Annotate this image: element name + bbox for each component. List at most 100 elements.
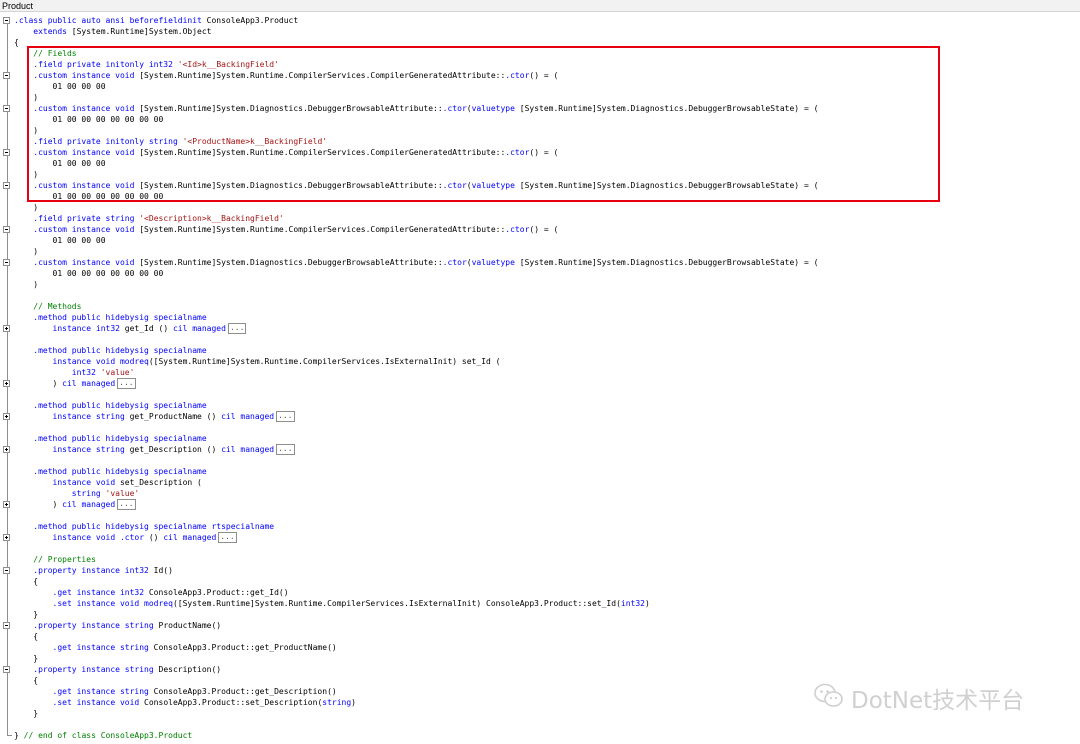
code-token: )	[14, 203, 39, 212]
code-token: .custom instance void	[14, 104, 135, 113]
code-token: 01 00 00 00	[14, 236, 106, 245]
code-token: [System.Runtime]System.Diagnostics.Debug…	[134, 181, 443, 190]
code-line: 01 00 00 00 00 00 00 00	[14, 191, 164, 202]
code-token: '<ProductName>k__BackingField'	[182, 137, 328, 146]
code-line: ) cil managed...	[14, 378, 136, 389]
code-token: ConsoleApp3.Product::get_Id()	[144, 588, 289, 597]
collapse-toggle[interactable]	[3, 72, 10, 79]
window-title: Product	[0, 0, 1080, 12]
collapse-toggle[interactable]	[3, 666, 10, 673]
code-token: valuetype	[471, 104, 515, 113]
code-token: .method public hidebysig specialname	[14, 434, 207, 443]
code-token: .custom instance void	[14, 148, 135, 157]
code-line: .field private string '<Description>k__B…	[14, 213, 284, 224]
collapsed-body-button[interactable]: ...	[117, 378, 136, 389]
code-token: instance void modreq	[14, 357, 149, 366]
code-token: () = (	[529, 148, 559, 157]
code-token: Description()	[153, 665, 222, 674]
code-line: )	[14, 169, 38, 180]
code-token: .method public hidebysig specialname rts…	[14, 522, 275, 531]
collapse-toggle[interactable]	[3, 622, 10, 629]
code-token: .get instance string	[14, 643, 149, 652]
collapse-toggle[interactable]	[3, 182, 10, 189]
code-token: get_ProductName ()	[124, 412, 222, 421]
code-token: 'value'	[100, 368, 135, 377]
code-token: cil managed	[172, 324, 226, 333]
collapse-toggle[interactable]	[3, 259, 10, 266]
code-token: instance int32	[14, 324, 120, 333]
code-token: .method public hidebysig specialname	[14, 401, 207, 410]
code-token: // Fields	[14, 49, 77, 58]
collapsed-body-button[interactable]: ...	[276, 411, 295, 422]
code-token: cil managed	[62, 379, 116, 388]
collapsed-body-button[interactable]: ...	[117, 499, 136, 510]
code-token: '<Id>k__BackingField'	[177, 60, 279, 69]
code-token: .field private initonly int32	[14, 60, 173, 69]
expand-toggle[interactable]	[3, 446, 10, 453]
code-line: .custom instance void [System.Runtime]Sy…	[14, 147, 558, 158]
collapse-toggle[interactable]	[3, 17, 10, 24]
code-token: .ctor	[505, 71, 530, 80]
code-line: instance void .ctor () cil managed...	[14, 532, 237, 543]
code-line: 01 00 00 00	[14, 235, 106, 246]
code-line: .custom instance void [System.Runtime]Sy…	[14, 257, 818, 268]
code-token: [System.Runtime]System.Diagnostics.Debug…	[134, 104, 443, 113]
expand-toggle[interactable]	[3, 534, 10, 541]
code-token: [System.Runtime]System.Diagnostics.Debug…	[514, 258, 819, 267]
collapsed-body-button[interactable]: ...	[218, 532, 237, 543]
code-token: )	[14, 500, 63, 509]
outline-end-tick	[7, 735, 12, 736]
code-line: .property instance string Description()	[14, 664, 221, 675]
code-token: get_Description ()	[124, 445, 222, 454]
collapsed-body-button[interactable]: ...	[276, 444, 295, 455]
code-token: .method public hidebysig specialname	[14, 467, 207, 476]
code-token: .ctor	[442, 258, 467, 267]
code-token: valuetype	[471, 181, 515, 190]
code-token: .method public hidebysig specialname	[14, 346, 207, 355]
code-token: '<Description>k__BackingField'	[139, 214, 284, 223]
collapse-toggle[interactable]	[3, 105, 10, 112]
code-line: }	[14, 653, 38, 664]
code-line: )	[14, 279, 38, 290]
code-line: {	[14, 37, 19, 48]
code-line: .custom instance void [System.Runtime]Sy…	[14, 224, 558, 235]
expand-toggle[interactable]	[3, 380, 10, 387]
code-line: }	[14, 609, 38, 620]
code-line: .class public auto ansi beforefieldinit …	[14, 15, 298, 26]
code-line: .property instance int32 Id()	[14, 565, 173, 576]
collapse-toggle[interactable]	[3, 567, 10, 574]
expand-toggle[interactable]	[3, 413, 10, 420]
code-token: .property instance string	[14, 621, 154, 630]
code-token: // end of class ConsoleApp3.Product	[23, 731, 193, 740]
code-token: // Methods	[14, 302, 82, 311]
code-token: () = (	[529, 225, 559, 234]
code-token: .custom instance void	[14, 181, 135, 190]
expand-toggle[interactable]	[3, 325, 10, 332]
code-line: ) cil managed...	[14, 499, 136, 510]
code-token: .get instance int32	[14, 588, 145, 597]
code-line: .property instance string ProductName()	[14, 620, 221, 631]
code-line: .custom instance void [System.Runtime]Sy…	[14, 103, 818, 114]
code-line: // Properties	[14, 554, 96, 565]
code-line: {	[14, 675, 38, 686]
code-token: .custom instance void	[14, 258, 135, 267]
code-token: )	[644, 599, 650, 608]
code-token: cil managed	[163, 533, 217, 542]
code-token: int32	[14, 368, 96, 377]
code-token: .ctor	[442, 181, 467, 190]
collapse-toggle[interactable]	[3, 149, 10, 156]
code-token: get_Id ()	[119, 324, 173, 333]
code-token: .property instance int32	[14, 566, 149, 575]
collapsed-body-button[interactable]: ...	[227, 323, 247, 334]
code-token: [System.Runtime]System.Runtime.CompilerS…	[134, 71, 506, 80]
code-token: [System.Runtime]System.Diagnostics.Debug…	[514, 104, 819, 113]
il-code-view[interactable]: .class public auto ansi beforefieldinit …	[0, 13, 1080, 744]
expand-toggle[interactable]	[3, 501, 10, 508]
collapse-toggle[interactable]	[3, 226, 10, 233]
code-token: extends	[14, 27, 67, 36]
code-line: .set instance void ConsoleApp3.Product::…	[14, 697, 356, 708]
watermark: DotNet技术平台	[814, 683, 1024, 714]
code-line: // Methods	[14, 301, 81, 312]
code-token: ConsoleApp3.Product::get_ProductName()	[148, 643, 337, 652]
code-token: instance void	[14, 478, 116, 487]
